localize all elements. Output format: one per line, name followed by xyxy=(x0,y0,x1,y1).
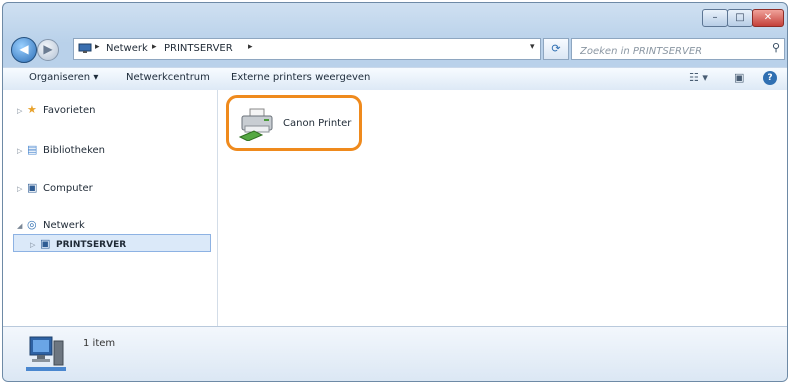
close-icon: ✕ xyxy=(763,12,773,23)
nav-label: PRINTSERVER xyxy=(56,240,127,250)
star-icon: ★ xyxy=(27,103,37,116)
network-icon: ◎ xyxy=(27,218,37,231)
printer-icon xyxy=(238,108,273,141)
nav-label: Computer xyxy=(43,183,93,194)
back-arrow-icon: ◀ xyxy=(19,42,29,56)
search-box[interactable]: ⚲ xyxy=(571,38,785,62)
breadcrumb-separator[interactable]: ▸ xyxy=(95,42,100,52)
printer-label: Canon Printer xyxy=(283,118,352,129)
search-icon[interactable]: ⚲ xyxy=(772,41,780,54)
file-list: Canon Printer xyxy=(218,90,787,326)
nav-label: Netwerk xyxy=(43,220,85,231)
nav-libraries[interactable]: ▷ ▤ Bibliotheken xyxy=(17,142,105,158)
back-button[interactable]: ◀ xyxy=(11,37,37,63)
details-pane: 1 item xyxy=(3,326,787,381)
breadcrumb-netwerk[interactable]: Netwerk xyxy=(106,43,148,54)
address-bar[interactable]: ▸ Netwerk ▸ PRINTSERVER ▸ ▾ xyxy=(73,38,541,60)
forward-arrow-icon: ▶ xyxy=(43,42,53,56)
nav-label: Bibliotheken xyxy=(43,145,105,156)
forward-button[interactable]: ▶ xyxy=(37,39,59,61)
computer-icon: ▣ xyxy=(27,181,38,194)
address-history-dropdown[interactable]: ▾ xyxy=(530,42,535,52)
command-bar: Organiseren ▾ Netwerkcentrum Externe pri… xyxy=(3,67,787,91)
nav-computer[interactable]: ▷ ▣ Computer xyxy=(17,180,93,196)
organize-menu[interactable]: Organiseren ▾ xyxy=(29,72,98,83)
view-options-icon[interactable]: ☷ ▾ xyxy=(689,71,708,84)
network-center-button[interactable]: Netwerkcentrum xyxy=(126,72,210,83)
network-location-icon xyxy=(78,43,92,53)
nav-network[interactable]: ◢ ◎ Netwerk xyxy=(17,217,85,233)
help-icon[interactable]: ? xyxy=(763,71,777,85)
server-computer-icon xyxy=(26,336,66,371)
breadcrumb-printserver[interactable]: PRINTSERVER xyxy=(164,43,233,54)
navigation-pane: ▷ ★ Favorieten ▷ ▤ Bibliotheken ▷ ▣ Computer ◢… xyxy=(3,90,218,326)
library-icon: ▤ xyxy=(27,143,38,156)
breadcrumb-separator[interactable]: ▸ xyxy=(152,42,157,52)
explorer-window: – □ ✕ ◀ ▶ ▸ Netwerk ▸ PRINTSERVER ▸ ▾ ⟳ … xyxy=(2,2,788,382)
search-input[interactable] xyxy=(578,41,762,62)
breadcrumb-separator[interactable]: ▸ xyxy=(248,42,253,52)
nav-favorites[interactable]: ▷ ★ Favorieten xyxy=(17,102,95,118)
minimize-button[interactable]: – xyxy=(702,9,728,27)
nav-label: Favorieten xyxy=(43,105,96,116)
server-icon: ▣ xyxy=(40,237,51,250)
printer-item[interactable]: Canon Printer xyxy=(226,95,362,151)
minimize-icon: – xyxy=(712,12,718,23)
expand-arrow-icon[interactable]: ▷ xyxy=(17,143,27,159)
expand-arrow-icon[interactable]: ▷ xyxy=(17,103,27,119)
item-count: 1 item xyxy=(83,338,116,349)
preview-pane-icon[interactable]: ▣ xyxy=(734,71,744,84)
expand-arrow-icon[interactable]: ▷ xyxy=(17,181,27,197)
maximize-button[interactable]: □ xyxy=(727,9,753,27)
maximize-icon: □ xyxy=(735,12,745,23)
collapse-arrow-icon[interactable]: ◢ xyxy=(17,218,27,234)
nav-printserver[interactable]: ▷ ▣ PRINTSERVER xyxy=(13,234,211,252)
expand-arrow-icon[interactable]: ▷ xyxy=(30,236,40,254)
show-remote-printers-button[interactable]: Externe printers weergeven xyxy=(231,72,370,83)
refresh-button[interactable]: ⟳ xyxy=(543,38,569,60)
close-button[interactable]: ✕ xyxy=(752,9,784,27)
